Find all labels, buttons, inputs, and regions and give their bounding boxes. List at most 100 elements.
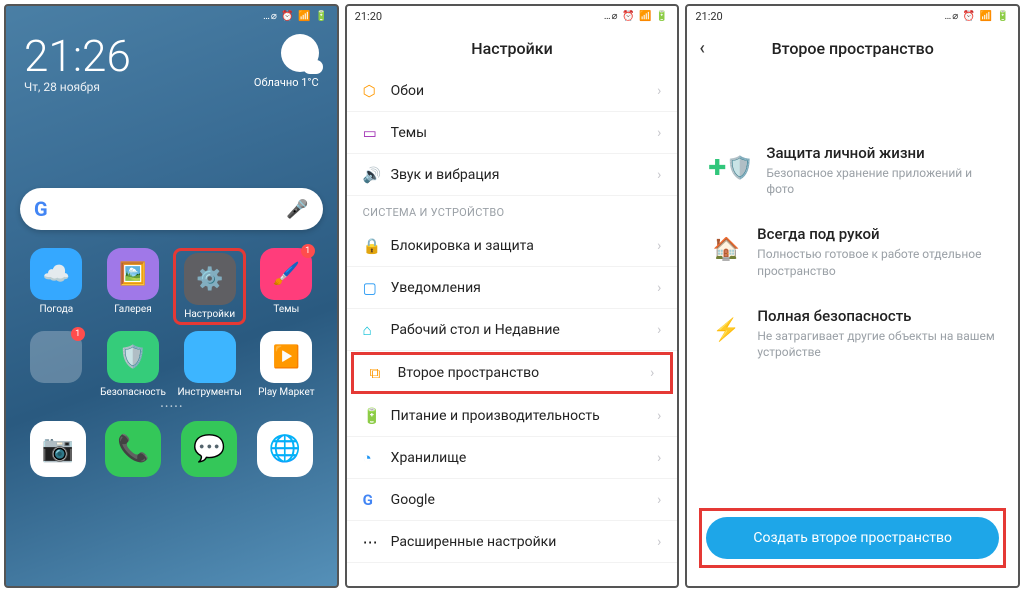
feature-desc: Полностью готовое к работе отдельное про… xyxy=(757,246,998,278)
status-icons: …⌀ ⏰ 📶 🔋 xyxy=(945,11,1011,22)
header: Настройки xyxy=(347,26,678,70)
chevron-right-icon: › xyxy=(657,450,661,466)
app-weather[interactable]: ☁️ Погода xyxy=(20,248,93,325)
chrome-icon: 🌐 xyxy=(257,421,313,477)
battery-icon: 🔋 xyxy=(363,407,391,425)
app-security[interactable]: 🛡️ Безопасность xyxy=(97,331,170,398)
second-space-icon: ⧉ xyxy=(370,364,398,382)
google-logo-icon: G xyxy=(34,197,48,221)
app-tools[interactable]: Инструменты xyxy=(173,331,246,398)
app-folder[interactable]: 1 xyxy=(20,331,93,398)
chevron-right-icon: › xyxy=(657,408,661,424)
status-time: 21:20 xyxy=(355,10,382,23)
cloud-icon xyxy=(281,34,319,72)
phone-second-space-screen: 21:20 …⌀ ⏰ 📶 🔋 ‹ Второе пространство ✚🛡️… xyxy=(685,4,1020,588)
phone-settings-screen: 21:20 …⌀ ⏰ 📶 🔋 Настройки ⬡Обои› ▭Темы› 🔊… xyxy=(345,4,680,588)
advanced-icon: ⋯ xyxy=(363,533,391,551)
app-grid: ☁️ Погода 🖼️ Галерея ⚙️ Настройки 1 🖌️ Т… xyxy=(6,230,337,398)
sound-icon: 🔊 xyxy=(363,166,391,184)
clock-time: 21:26 xyxy=(24,34,131,78)
lock-icon: 🔒 xyxy=(363,237,391,255)
cta-highlight: Создать второе пространство xyxy=(699,508,1006,568)
row-google[interactable]: GGoogle› xyxy=(347,479,678,521)
chevron-right-icon: › xyxy=(657,125,661,141)
weather-text: Облачно 1°C xyxy=(254,76,319,89)
feature-privacy: ✚🛡️ Защита личной жизни Безопасное хране… xyxy=(687,130,1018,211)
create-second-space-button[interactable]: Создать второе пространство xyxy=(706,517,999,559)
google-icon: G xyxy=(363,491,391,509)
back-button[interactable]: ‹ xyxy=(699,38,705,59)
app-settings-highlighted[interactable]: ⚙️ Настройки xyxy=(173,248,246,325)
feature-desc: Не затрагивает другие объекты на вашем у… xyxy=(757,328,998,360)
settings-list: ⬡Обои› ▭Темы› 🔊Звук и вибрация› СИСТЕМА … xyxy=(347,70,678,563)
notification-icon: ▢ xyxy=(363,279,391,297)
mic-icon[interactable]: 🎤 xyxy=(286,199,308,220)
page-title: Настройки xyxy=(471,39,552,58)
dock-phone[interactable]: 📞 xyxy=(96,421,172,477)
row-sound[interactable]: 🔊Звук и вибрация› xyxy=(347,154,678,196)
row-notifications[interactable]: ▢Уведомления› xyxy=(347,267,678,309)
status-bar: 21:20 …⌀ ⏰ 📶 🔋 xyxy=(687,6,1018,26)
row-themes[interactable]: ▭Темы› xyxy=(347,112,678,154)
feature-title: Всегда под рукой xyxy=(757,225,998,243)
chevron-right-icon: › xyxy=(657,167,661,183)
weather-widget[interactable]: Облачно 1°C xyxy=(254,34,319,89)
phone-icon: 📞 xyxy=(105,421,161,477)
google-search-bar[interactable]: G 🎤 xyxy=(20,188,323,230)
feature-desc: Безопасное хранение приложений и фото xyxy=(766,165,998,197)
row-wallpaper[interactable]: ⬡Обои› xyxy=(347,70,678,112)
chevron-right-icon: › xyxy=(657,280,661,296)
dock-messages[interactable]: 💬 xyxy=(171,421,247,477)
message-icon: 💬 xyxy=(181,421,237,477)
app-playmarket[interactable]: ▶️ Play Маркет xyxy=(250,331,323,398)
dock-chrome[interactable]: 🌐 xyxy=(247,421,323,477)
storage-icon: ◔ xyxy=(363,449,391,467)
page-indicator: • • • • • xyxy=(6,402,337,411)
camera-icon: 📷 xyxy=(30,421,86,477)
feature-safety: ⚡ Полная безопасность Не затрагивает дру… xyxy=(687,293,1018,374)
status-bar: …⌀ ⏰ 📶 🔋 xyxy=(6,6,337,26)
bolt-icon: ⚡ xyxy=(707,307,745,355)
status-bar: 21:20 …⌀ ⏰ 📶 🔋 xyxy=(347,6,678,26)
badge: 1 xyxy=(71,327,85,341)
chevron-right-icon: › xyxy=(657,322,661,338)
phone-home-screen: …⌀ ⏰ 📶 🔋 21:26 Чт, 28 ноября Облачно 1°C… xyxy=(4,4,339,588)
row-second-space-highlighted[interactable]: ⧉Второе пространство› xyxy=(351,352,674,394)
badge: 1 xyxy=(301,244,315,258)
status-icons: …⌀ ⏰ 📶 🔋 xyxy=(263,11,329,22)
home-icon: 🏠 xyxy=(707,225,745,273)
row-home[interactable]: ⌂Рабочий стол и Недавние› xyxy=(347,309,678,351)
page-title: Второе пространство xyxy=(772,39,934,58)
feature-handy: 🏠 Всегда под рукой Полностью готовое к р… xyxy=(687,211,1018,292)
row-storage[interactable]: ◔Хранилище› xyxy=(347,437,678,479)
dock-camera[interactable]: 📷 xyxy=(20,421,96,477)
app-gallery[interactable]: 🖼️ Галерея xyxy=(97,248,170,325)
home-icon: ⌂ xyxy=(363,321,391,339)
row-advanced[interactable]: ⋯Расширенные настройки› xyxy=(347,521,678,563)
header: ‹ Второе пространство xyxy=(687,26,1018,70)
themes-icon: ▭ xyxy=(363,124,391,142)
gallery-app-icon: 🖼️ xyxy=(107,248,159,300)
row-battery[interactable]: 🔋Питание и производительность› xyxy=(347,395,678,437)
chevron-right-icon: › xyxy=(657,238,661,254)
feature-title: Защита личной жизни xyxy=(766,144,998,162)
dock: 📷 📞 💬 🌐 xyxy=(6,411,337,485)
status-icons: …⌀ ⏰ 📶 🔋 xyxy=(604,11,670,22)
app-themes[interactable]: 1 🖌️ Темы xyxy=(250,248,323,325)
row-lock[interactable]: 🔒Блокировка и защита› xyxy=(347,225,678,267)
wallpaper-icon: ⬡ xyxy=(363,82,391,100)
shield-plus-icon: ✚🛡️ xyxy=(707,144,754,192)
play-store-icon: ▶️ xyxy=(260,331,312,383)
chevron-right-icon: › xyxy=(657,83,661,99)
feature-title: Полная безопасность xyxy=(757,307,998,325)
status-time: 21:20 xyxy=(695,10,722,23)
weather-app-icon: ☁️ xyxy=(30,248,82,300)
chevron-right-icon: › xyxy=(650,365,654,381)
clock-date: Чт, 28 ноября xyxy=(24,80,131,94)
chevron-right-icon: › xyxy=(657,492,661,508)
chevron-right-icon: › xyxy=(657,534,661,550)
tools-folder-icon xyxy=(184,331,236,383)
settings-app-icon: ⚙️ xyxy=(184,253,236,305)
section-header: СИСТЕМА И УСТРОЙСТВО xyxy=(347,196,678,225)
shield-icon: 🛡️ xyxy=(107,331,159,383)
